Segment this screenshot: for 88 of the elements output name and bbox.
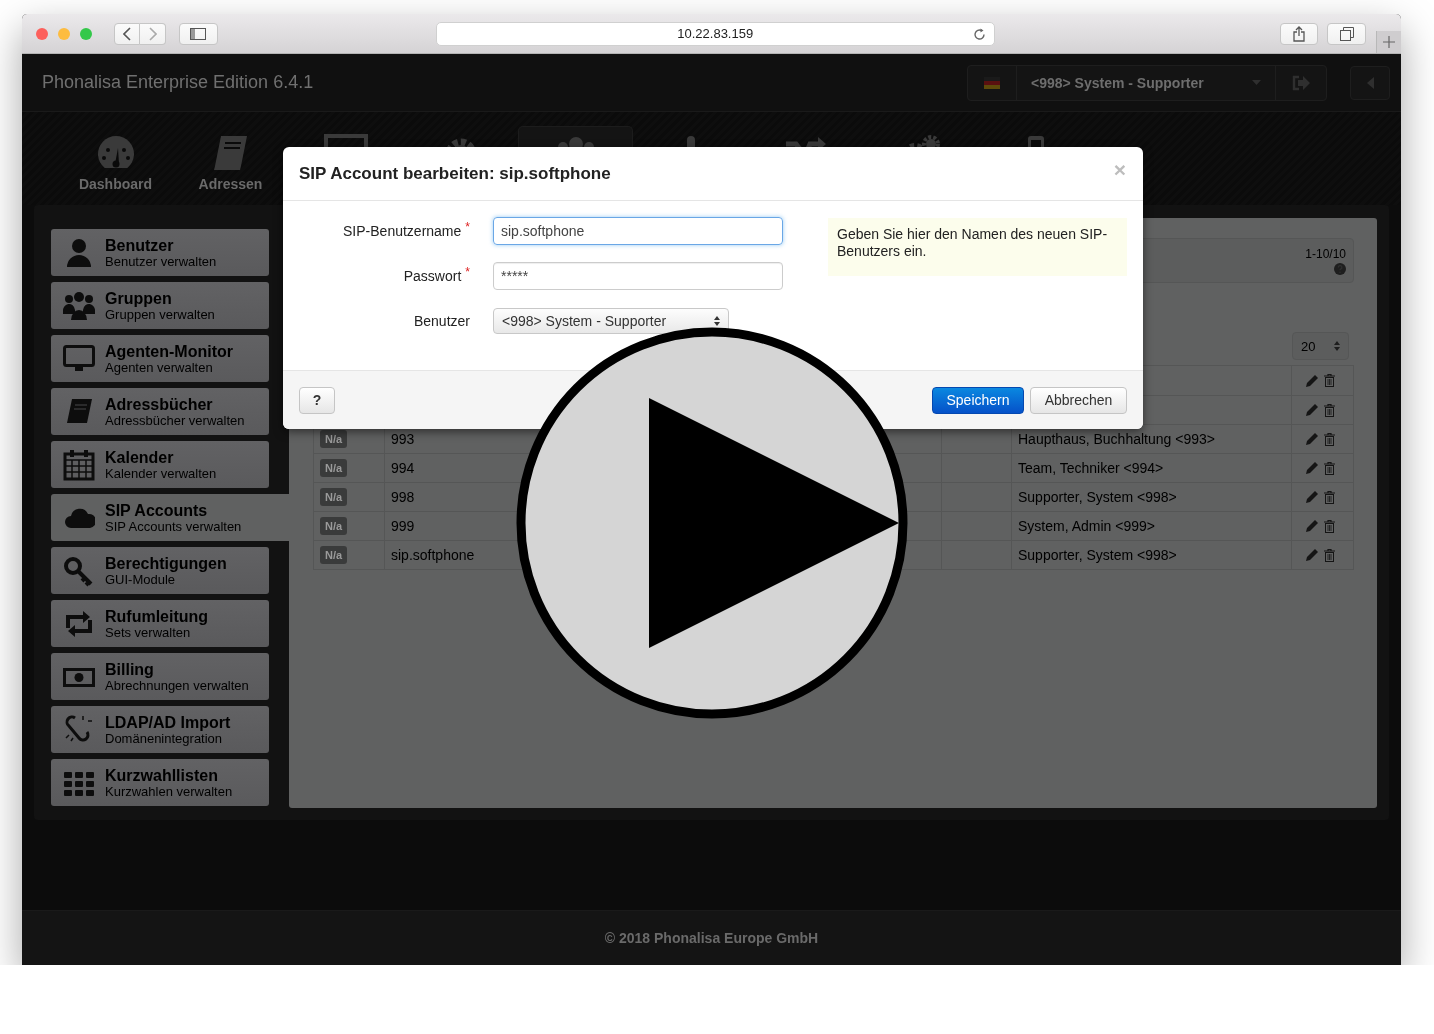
trash-icon[interactable] (1324, 548, 1335, 562)
sidebar-button[interactable] (179, 22, 218, 45)
required-mark: * (465, 220, 470, 234)
pencil-icon[interactable] (1306, 491, 1318, 503)
tabs-button[interactable] (1327, 22, 1367, 45)
chevron-right-icon (148, 26, 157, 41)
status-badge: N/a (320, 488, 348, 506)
sidebar-item[interactable]: Benutzer Benutzer verwalten (51, 229, 269, 276)
share-icon (1293, 25, 1306, 42)
sidebar-item[interactable]: Berechtigungen GUI-Module (51, 547, 269, 594)
table-cell: 994 (391, 460, 415, 476)
spinner-arrows-icon (714, 316, 720, 326)
help-icon (1334, 263, 1346, 275)
forward-button[interactable] (140, 22, 166, 45)
trash-icon[interactable] (1324, 403, 1335, 417)
table-cell: Supporter, System <998> (1018, 489, 1177, 505)
table-cell: sip.softphone (391, 547, 475, 563)
triangle-left-icon (1366, 76, 1374, 89)
cancel-button[interactable]: Abbrechen (1030, 386, 1127, 414)
trash-icon[interactable] (1324, 374, 1335, 387)
copyright-text: © 2018 Phonalisa Europe GmbH (604, 930, 819, 946)
tabs-icon (1339, 26, 1354, 41)
key-icon (63, 554, 95, 587)
status-badge: N/a (320, 546, 348, 564)
spinner-arrows-icon (1334, 341, 1340, 351)
table-cell: 998 (391, 489, 415, 505)
trash-icon[interactable] (1324, 490, 1335, 504)
trash-icon[interactable] (1324, 432, 1335, 446)
sidebar-item[interactable]: Kalender Kalender verwalten (51, 441, 269, 488)
chevron-left-icon (123, 26, 131, 41)
status-badge: N/a (320, 430, 348, 448)
input-field[interactable]: sip.softphone (493, 217, 783, 245)
field-label: Benutzer (413, 313, 470, 329)
url-text: 10.22.83.159 (677, 26, 754, 41)
flag-icon (984, 76, 1000, 89)
sidebar-item[interactable]: Rufumleitung Sets verwalten (51, 600, 269, 647)
sidebar-item[interactable]: LDAP/AD Import Domänenintegration (51, 706, 269, 753)
close-window-button[interactable] (36, 27, 48, 40)
sidebar-item[interactable]: SIP Accounts SIP Accounts verwalten (51, 494, 289, 541)
table-cell: 993 (391, 431, 415, 447)
save-button[interactable]: Speichern (932, 386, 1024, 414)
dialog-title: SIP Account bearbeiten: sip.softphone (299, 163, 611, 184)
group-icon (63, 289, 95, 322)
sidebar-item[interactable]: Adressbücher Adressbücher verwalten (51, 388, 269, 435)
table-cell: 999 (391, 518, 415, 534)
reload-icon (972, 27, 986, 41)
sidebar-icon (190, 27, 207, 40)
trash-icon[interactable] (1324, 461, 1335, 475)
pencil-icon[interactable] (1306, 549, 1318, 561)
help-button[interactable]: ? (299, 386, 335, 414)
share-button[interactable] (1279, 22, 1319, 45)
sidebar-item[interactable]: Gruppen Gruppen verwalten (51, 282, 269, 329)
pencil-icon[interactable] (1306, 462, 1318, 474)
table-cell: System, Admin <999> (1018, 518, 1155, 534)
caret-icon (1252, 80, 1261, 85)
pencil-icon[interactable] (1306, 374, 1318, 387)
trash-icon[interactable] (1324, 519, 1335, 533)
help-text: Geben Sie hier den Namen des neuen SIP-Benutzers ein. (828, 218, 1127, 276)
back-button[interactable] (114, 22, 140, 45)
field-label: Passwort (403, 268, 462, 284)
sidebar-item[interactable]: Kurzwahllisten Kurzwahlen verwalten (51, 759, 269, 806)
play-button[interactable] (516, 327, 908, 719)
address-bar[interactable]: 10.22.83.159 (435, 21, 995, 46)
close-button[interactable]: × (1113, 157, 1126, 182)
table-cell: Supporter, System <998> (1018, 547, 1177, 563)
pencil-icon[interactable] (1306, 520, 1318, 532)
zoom-window-button[interactable] (80, 27, 92, 40)
status-badge: N/a (320, 517, 348, 535)
table-cell: Haupthaus, Buchhaltung <993> (1018, 431, 1215, 447)
nav-item[interactable]: Adressen (173, 112, 288, 205)
nav-item[interactable]: Dashboard (58, 112, 173, 205)
logout-icon (1292, 74, 1310, 91)
table-cell: Team, Techniker <994> (1018, 460, 1164, 476)
page-size-select[interactable]: 20 (1292, 332, 1349, 360)
app-title: Phonalisa Enterprise Edition 6.4.1 (42, 72, 315, 93)
pencil-icon[interactable] (1306, 404, 1318, 416)
plus-icon (1383, 36, 1396, 48)
status-badge: N/a (320, 459, 348, 477)
sidebar-item[interactable]: Billing Abrechnungen verwalten (51, 653, 269, 700)
input-field[interactable]: ***** (493, 262, 783, 290)
user-select[interactable]: <998> System - Supporter (493, 308, 729, 334)
calendar-icon (63, 448, 95, 481)
sidebar-item[interactable]: Agenten-Monitor Agenten verwalten (51, 335, 269, 382)
pencil-icon[interactable] (1306, 433, 1318, 445)
result-range: 1-10/10 (1305, 247, 1346, 261)
new-tab-button[interactable] (1376, 31, 1401, 53)
required-mark: * (465, 265, 470, 279)
field-label: SIP-Benutzername (343, 223, 462, 239)
